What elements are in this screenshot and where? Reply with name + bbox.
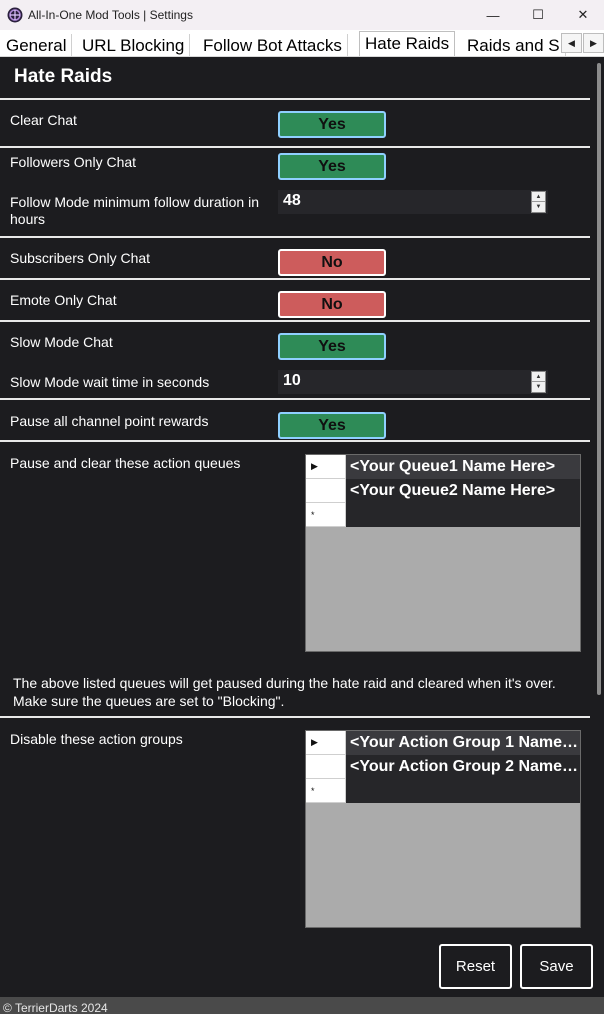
tab-raids-and-s[interactable]: Raids and S	[462, 34, 566, 56]
followers-only-toggle[interactable]: Yes	[278, 153, 386, 180]
slow-mode-label: Slow Mode Chat	[10, 334, 113, 350]
pause-rewards-label: Pause all channel point rewards	[10, 413, 209, 429]
divider	[0, 398, 590, 400]
tab-general[interactable]: General	[1, 34, 73, 56]
table-row[interactable]: ▶ <Your Queue1 Name Here>	[306, 455, 580, 479]
save-button[interactable]: Save	[520, 944, 593, 989]
vertical-scrollbar[interactable]	[592, 57, 604, 997]
window-titlebar: All-In-One Mod Tools | Settings — ☐ ✕	[0, 0, 604, 30]
tab-hate-raids[interactable]: Hate Raids	[359, 31, 456, 56]
clear-chat-label: Clear Chat	[10, 112, 77, 128]
page-title: Hate Raids	[14, 66, 113, 87]
spin-down-icon[interactable]: ▼	[532, 202, 545, 212]
table-row[interactable]: <Your Queue2 Name Here>	[306, 479, 580, 503]
slow-wait-label: Slow Mode wait time in seconds	[10, 374, 210, 390]
subscribers-only-toggle[interactable]: No	[278, 249, 386, 276]
queues-note: The above listed queues will get paused …	[13, 674, 583, 710]
table-row-new[interactable]: *	[306, 503, 580, 527]
scrollbar-thumb[interactable]	[597, 63, 601, 695]
row-selector-icon[interactable]: ▶	[306, 455, 346, 479]
row-header[interactable]	[306, 479, 346, 503]
follow-duration-label: Follow Mode minimum follow duration in h…	[10, 194, 259, 227]
divider	[0, 236, 590, 238]
clear-chat-toggle[interactable]: Yes	[278, 111, 386, 138]
slow-wait-value: 10	[283, 372, 301, 389]
queues-note-line-2: Make sure the queues are set to "Blockin…	[13, 693, 285, 709]
tab-follow-bot-attacks[interactable]: Follow Bot Attacks	[198, 34, 348, 56]
queue-cell[interactable]: <Your Queue2 Name Here>	[346, 479, 580, 503]
table-row[interactable]: <Your Action Group 2 Name Here>	[306, 755, 580, 779]
reset-button[interactable]: Reset	[439, 944, 512, 989]
new-row-icon[interactable]: *	[306, 503, 346, 527]
divider	[0, 146, 590, 148]
minimize-button[interactable]: —	[470, 0, 516, 30]
app-logo-icon	[7, 7, 23, 23]
follow-duration-input[interactable]: 48 ▲ ▼	[278, 190, 548, 214]
emote-only-toggle[interactable]: No	[278, 291, 386, 318]
queues-note-line-1: The above listed queues will get paused …	[13, 675, 556, 691]
spin-up-icon[interactable]: ▲	[532, 372, 545, 382]
followers-only-label: Followers Only Chat	[10, 154, 137, 170]
divider	[0, 98, 590, 100]
divider	[0, 716, 590, 718]
follow-duration-stepper[interactable]: ▲ ▼	[531, 191, 546, 213]
row-selector-icon[interactable]: ▶	[306, 731, 346, 755]
queue-cell-new[interactable]	[346, 503, 580, 527]
slow-wait-stepper[interactable]: ▲ ▼	[531, 371, 546, 393]
follow-duration-value: 48	[283, 192, 301, 209]
new-row-icon[interactable]: *	[306, 779, 346, 803]
queues-label: Pause and clear these action queues	[10, 455, 241, 471]
settings-panel: Hate Raids Clear Chat Yes Followers Only…	[0, 57, 590, 997]
action-groups-label: Disable these action groups	[10, 731, 183, 747]
tab-scroll-left-icon[interactable]: ◀	[561, 33, 582, 53]
slow-wait-input[interactable]: 10 ▲ ▼	[278, 370, 548, 394]
divider	[0, 320, 590, 322]
maximize-button[interactable]: ☐	[515, 0, 561, 30]
subscribers-only-label: Subscribers Only Chat	[10, 250, 151, 266]
tab-url-blocking[interactable]: URL Blocking	[77, 34, 191, 56]
action-group-cell[interactable]: <Your Action Group 1 Name Here>	[346, 731, 580, 755]
action-group-cell-new[interactable]	[346, 779, 580, 803]
close-button[interactable]: ✕	[560, 0, 604, 30]
slow-mode-toggle[interactable]: Yes	[278, 333, 386, 360]
status-bar: © TerrierDarts 2024	[0, 997, 604, 1014]
table-row-new[interactable]: *	[306, 779, 580, 803]
emote-only-label: Emote Only Chat	[10, 292, 117, 308]
queue-cell[interactable]: <Your Queue1 Name Here>	[346, 455, 580, 479]
divider	[0, 440, 590, 442]
divider	[0, 278, 590, 280]
queues-grid[interactable]: ▶ <Your Queue1 Name Here> <Your Queue2 N…	[305, 454, 581, 652]
row-header[interactable]	[306, 755, 346, 779]
pause-rewards-toggle[interactable]: Yes	[278, 412, 386, 439]
tab-scroll-right-icon[interactable]: ▶	[583, 33, 604, 53]
spin-up-icon[interactable]: ▲	[532, 192, 545, 202]
action-group-cell[interactable]: <Your Action Group 2 Name Here>	[346, 755, 580, 779]
spin-down-icon[interactable]: ▼	[532, 382, 545, 392]
action-groups-grid[interactable]: ▶ <Your Action Group 1 Name Here> <Your …	[305, 730, 581, 928]
window-title: All-In-One Mod Tools | Settings	[28, 8, 193, 22]
tab-strip: General URL Blocking Follow Bot Attacks …	[0, 30, 604, 57]
table-row[interactable]: ▶ <Your Action Group 1 Name Here>	[306, 731, 580, 755]
